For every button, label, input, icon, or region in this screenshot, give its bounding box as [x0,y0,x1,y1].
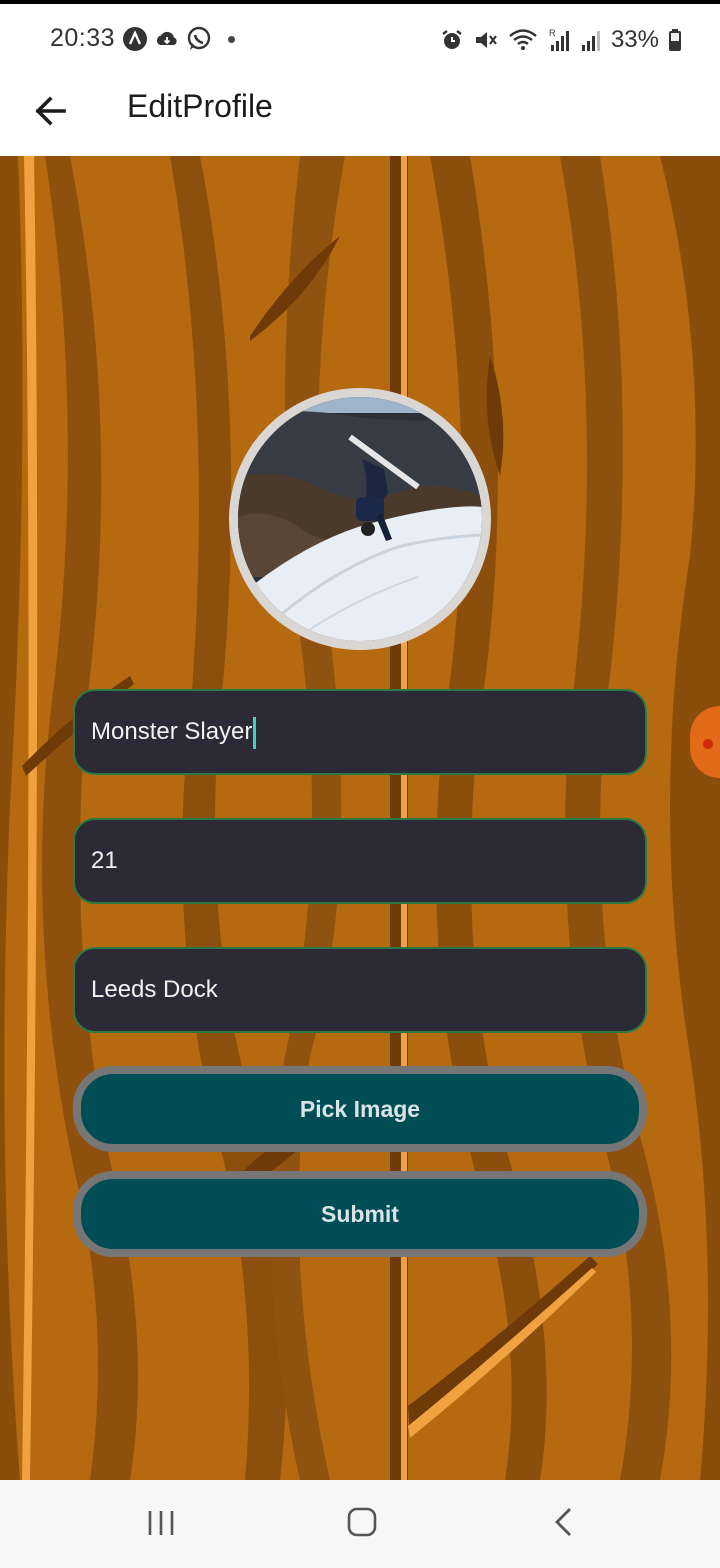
cloud-icon [156,31,177,45]
pick-image-label: Pick Image [299,1096,421,1122]
pick-image-button[interactable]: Pick Image [73,1066,647,1152]
location-input[interactable]: Leeds Dock [73,947,647,1033]
home-icon[interactable] [346,1506,378,1538]
signal-icon: R [549,28,569,51]
name-input[interactable]: Monster Slayer [73,689,647,775]
handle-dot [703,739,713,749]
text-cursor [253,716,257,749]
battery-percentage: 33% [610,26,659,53]
snowboarder-photo [238,397,482,641]
status-bar: 20:33 R 33% [0,0,720,72]
status-left-icons [122,26,235,52]
mute-icon [475,32,497,48]
name-input-value: Monster Slayer [91,718,253,745]
age-input[interactable]: 21 [73,818,647,904]
submit-label: Submit [321,1201,399,1227]
status-time: 20:33 [50,24,116,52]
nav-back-icon[interactable] [552,1506,576,1538]
whatsapp-icon [187,26,211,50]
profile-avatar[interactable] [229,388,491,650]
wifi-icon [509,29,537,50]
battery-icon [669,29,681,51]
page-title: EditProfile [127,88,273,124]
system-navigation-bar [0,1480,720,1568]
recent-apps-icon[interactable] [146,1508,176,1538]
location-input-value: Leeds Dock [91,976,218,1003]
alarm-icon [442,30,462,49]
age-input-value: 21 [91,847,118,874]
app-bar: EditProfile [0,72,720,156]
screen: 20:33 R 33% EditProfile Monster Slayer 2… [0,0,720,1568]
submit-button[interactable]: Submit [73,1171,647,1257]
wood-background: Monster Slayer 21 Leeds Dock Pick Image … [0,156,720,1480]
notification-dot [228,35,235,43]
a-circle-icon [123,27,147,51]
svg-text:R: R [549,28,556,38]
profile-photo [238,397,482,641]
status-right-icons: R 33% [440,26,682,54]
signal-icon [581,31,600,51]
back-arrow-icon[interactable] [26,86,76,136]
